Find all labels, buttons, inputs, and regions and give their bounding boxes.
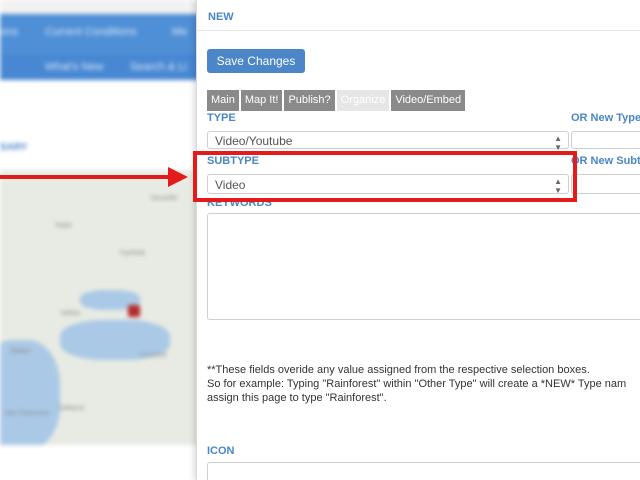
keywords-textarea[interactable]: [207, 213, 640, 320]
tab-video-embed[interactable]: Video/Embed: [391, 90, 466, 111]
note-line: **These fields overide any value assigne…: [207, 364, 590, 376]
tab-organize[interactable]: Organize: [336, 90, 390, 111]
tab-bar: Main Map It! Publish? Organize Video/Emb…: [207, 90, 466, 111]
note-line: assign this page to type "Rainforest".: [207, 392, 387, 404]
bg-map: Napa Vacaville Fairfield Vallejo Concord…: [0, 170, 200, 445]
icon-field[interactable]: [207, 462, 640, 480]
annotation-arrowhead-icon: [168, 167, 188, 187]
bg-side-link: SARY: [0, 142, 28, 153]
bg-map-label: Rafael: [10, 348, 31, 355]
bg-map-label: Oakland: [58, 405, 85, 412]
type-label: TYPE: [207, 112, 236, 124]
bg-nav-item: Current Conditions: [45, 26, 137, 38]
bg-nav-item: ons: [0, 26, 18, 38]
modal-title: NEW: [208, 11, 234, 23]
type-select-value: Video/Youtube: [215, 134, 293, 148]
bg-map-label: Vacaville: [150, 195, 178, 202]
icon-label: ICON: [207, 445, 235, 457]
bg-map-label: San Francisco: [5, 410, 50, 417]
type-select[interactable]: Video/Youtube ▲ ▼: [207, 131, 569, 152]
note-line: So for example: Typing "Rainforest" with…: [207, 378, 627, 390]
map-pin-icon: [128, 305, 140, 317]
new-type-input[interactable]: [571, 131, 640, 149]
new-item-modal: NEW Save Changes Main Map It! Publish? O…: [196, 0, 640, 480]
select-arrows-icon: ▲ ▼: [554, 134, 562, 152]
highlight-box: [193, 151, 577, 202]
bg-nav-item: Search & Li: [130, 61, 187, 73]
annotation-arrow-icon: [0, 175, 172, 179]
bg-map-label: Vallejo: [60, 310, 81, 317]
bg-map-label: Concord: [140, 352, 167, 359]
tab-map-it[interactable]: Map It!: [240, 90, 283, 111]
override-note: **These fields overide any value assigne…: [207, 363, 626, 405]
divider: [197, 30, 640, 31]
or-new-type-label: OR New Type: [571, 112, 640, 124]
new-subtype-input[interactable]: [571, 174, 640, 194]
bg-map-label: Fairfield: [120, 250, 145, 257]
tab-main[interactable]: Main: [207, 90, 239, 111]
bg-nav-item: What's New: [45, 61, 104, 73]
tab-publish[interactable]: Publish?: [284, 90, 335, 111]
save-changes-button[interactable]: Save Changes: [207, 49, 305, 73]
or-new-subtype-label: OR New Subt: [571, 155, 640, 167]
bg-map-label: Napa: [55, 222, 72, 229]
bg-nav-item: Me: [172, 26, 188, 38]
